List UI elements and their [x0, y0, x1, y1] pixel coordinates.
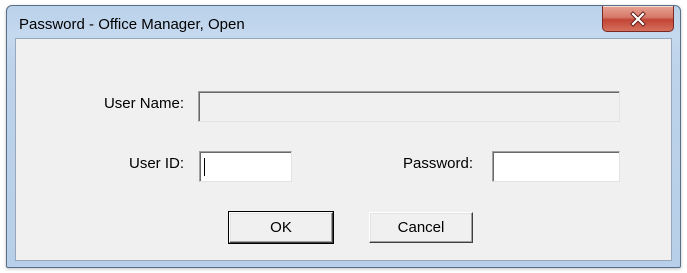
password-label: Password:	[402, 155, 473, 172]
dialog-body: User Name: User ID: Password: OK Cancel	[15, 38, 672, 261]
password-dialog: Password - Office Manager, Open User Nam…	[6, 5, 681, 268]
password-field[interactable]	[492, 151, 620, 182]
user-name-field	[198, 91, 620, 122]
user-name-label: User Name:	[103, 95, 184, 112]
user-id-label: User ID:	[128, 155, 184, 172]
ok-button[interactable]: OK	[228, 211, 334, 244]
title-bar[interactable]: Password - Office Manager, Open	[7, 6, 680, 38]
close-icon	[630, 10, 646, 27]
window-title: Password - Office Manager, Open	[19, 16, 245, 33]
user-id-field[interactable]	[199, 151, 292, 182]
close-button[interactable]	[602, 6, 674, 32]
text-caret	[204, 158, 205, 176]
cancel-button[interactable]: Cancel	[369, 212, 473, 243]
